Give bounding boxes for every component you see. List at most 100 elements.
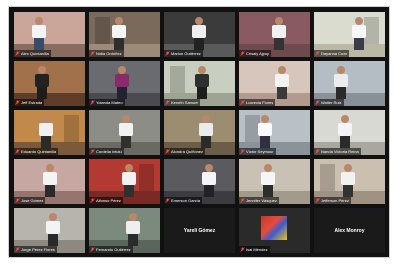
participant-name-label: Eduardo Quintanilla — [14, 148, 59, 155]
participant-name: Alondra Quiñónez — [171, 149, 204, 154]
microphone-muted-icon — [165, 149, 170, 154]
participant-figure — [202, 164, 217, 198]
participant-name: Yolanda Mateo — [96, 100, 123, 105]
participant-tile[interactable]: Crisaly Ajpop — [239, 12, 310, 57]
participant-name-label: Walter Ruiz — [314, 99, 344, 106]
participant-name: Jose Gómez — [21, 198, 44, 203]
microphone-muted-icon — [165, 198, 170, 203]
participant-tile[interactable]: Nidia Ordóñez — [89, 12, 160, 57]
participant-name-label: Nanda Victoria Reina — [314, 148, 361, 155]
participant-figure — [191, 17, 206, 51]
participant-figure — [195, 66, 210, 100]
participant-name: Jeff Estrada — [21, 100, 43, 105]
participant-tile[interactable]: Nanda Victoria Reina — [314, 110, 385, 155]
participant-name-center: Yarelí Gómez — [164, 208, 235, 253]
microphone-muted-icon — [90, 51, 95, 56]
participant-tile[interactable]: Víctor Seymour — [239, 110, 310, 155]
participant-tile[interactable]: Eduardo Quintanilla — [14, 110, 85, 155]
participant-tile[interactable]: Emerson García — [164, 159, 235, 204]
participant-figure — [31, 17, 46, 51]
participant-tile[interactable]: Alex Monroy — [314, 208, 385, 253]
participant-tile[interactable]: Lucrecia Flores — [239, 61, 310, 106]
microphone-muted-icon — [240, 100, 245, 105]
participant-name-center: Alex Monroy — [314, 208, 385, 253]
participant-tile[interactable]: Alex Quintanilla — [14, 12, 85, 57]
participant-name: Marlon Gutiérrez — [171, 51, 201, 56]
participant-figure — [271, 17, 286, 51]
participant-figure — [46, 213, 61, 247]
participant-tile[interactable]: Alfonso Pérez — [89, 159, 160, 204]
microphone-muted-icon — [15, 149, 20, 154]
participant-tile[interactable]: Yolanda Mateo — [89, 61, 160, 106]
participant-figure — [351, 17, 366, 51]
participant-name-label: Isai Méndez — [239, 246, 270, 253]
participant-name-label: Marlon Gutiérrez — [164, 50, 203, 57]
participant-tile[interactable]: Marlon Gutiérrez — [164, 12, 235, 57]
participant-name-label: Yolanda Mateo — [89, 99, 125, 106]
participant-name: Walter Ruiz — [321, 100, 342, 105]
microphone-muted-icon — [240, 51, 245, 56]
participant-name-label: Jefferson Pérez — [314, 197, 351, 204]
participant-name: Víctor Seymour — [246, 149, 274, 154]
participant-name: Fernando Gutiérrez — [96, 247, 131, 252]
participant-name-label: Crisaly Ajpop — [239, 50, 272, 57]
microphone-muted-icon — [15, 100, 20, 105]
participant-figure — [341, 164, 356, 198]
participant-name-label: Jennifer Vásquez — [239, 197, 279, 204]
participant-name-label: Alex Quintanilla — [14, 50, 51, 57]
participant-figure — [111, 17, 126, 51]
participant-tile[interactable]: Walter Ruiz — [314, 61, 385, 106]
participant-name-label: Nidia Ordóñez — [89, 50, 124, 57]
participant-tile[interactable]: Jefferson Pérez — [314, 159, 385, 204]
participant-name-label: Lucrecia Flores — [239, 99, 276, 106]
participant-tile[interactable]: Fernando Gutiérrez — [89, 208, 160, 253]
participant-name-label: Víctor Seymour — [239, 148, 276, 155]
participant-tile[interactable]: Dayanna Cuxe — [314, 12, 385, 57]
participant-name: Jefferson Pérez — [321, 198, 349, 203]
microphone-muted-icon — [15, 198, 20, 203]
participant-figure — [261, 164, 276, 198]
participant-name: Eduardo Quintanilla — [21, 149, 57, 154]
participant-figure — [337, 115, 352, 149]
microphone-muted-icon — [240, 247, 245, 252]
participant-tile[interactable]: Jose Gómez — [14, 159, 85, 204]
participant-tile[interactable]: Jennifer Vásquez — [239, 159, 310, 204]
participant-name: Nidia Ordóñez — [96, 51, 122, 56]
participant-name: Keneth Samuel — [171, 100, 199, 105]
participant-figure — [275, 66, 290, 100]
participant-tile[interactable]: Cordelia Ixtulul — [89, 110, 160, 155]
participant-tile[interactable]: Keneth Samuel — [164, 61, 235, 106]
participant-tile[interactable]: Jeff Estrada — [14, 61, 85, 106]
participant-name-label: Keneth Samuel — [164, 99, 201, 106]
participant-name-label: Jeff Estrada — [14, 99, 45, 106]
participant-name: Dayanna Cuxe — [321, 51, 348, 56]
gallery-grid: Alex Quintanilla Nidia Ordóñez Marlon Guti… — [14, 12, 386, 254]
participant-name-label: Alondra Quiñónez — [164, 148, 206, 155]
participant-name-label: Emerson García — [164, 197, 203, 204]
participant-figure — [198, 115, 213, 149]
participant-name: Jennifer Vásquez — [246, 198, 277, 203]
microphone-muted-icon — [165, 51, 170, 56]
microphone-muted-icon — [315, 198, 320, 203]
participant-name: Yarelí Gómez — [183, 227, 216, 234]
microphone-muted-icon — [240, 149, 245, 154]
participant-tile[interactable]: Yarelí Gómez — [164, 208, 235, 253]
participant-figure — [333, 66, 348, 100]
participant-name: Alex Quintanilla — [21, 51, 49, 56]
participant-figure — [35, 66, 50, 100]
participant-figure — [118, 115, 133, 149]
participant-name: Alfonso Pérez — [96, 198, 121, 203]
microphone-muted-icon — [315, 100, 320, 105]
participant-figure — [115, 66, 130, 100]
participant-name-label: Jose Gómez — [14, 197, 46, 204]
microphone-muted-icon — [165, 100, 170, 105]
participant-figure — [257, 115, 272, 149]
participant-tile[interactable]: Isai Méndez — [239, 208, 310, 253]
participant-name-label: Cordelia Ixtulul — [89, 148, 125, 155]
participant-name: Emerson García — [171, 198, 201, 203]
participant-tile[interactable]: Jorge Pérez Flores — [14, 208, 85, 253]
profile-picture — [261, 216, 287, 240]
participant-name-label: Fernando Gutiérrez — [89, 246, 133, 253]
participant-tile[interactable]: Alondra Quiñónez — [164, 110, 235, 155]
participant-name: Isai Méndez — [246, 247, 268, 252]
